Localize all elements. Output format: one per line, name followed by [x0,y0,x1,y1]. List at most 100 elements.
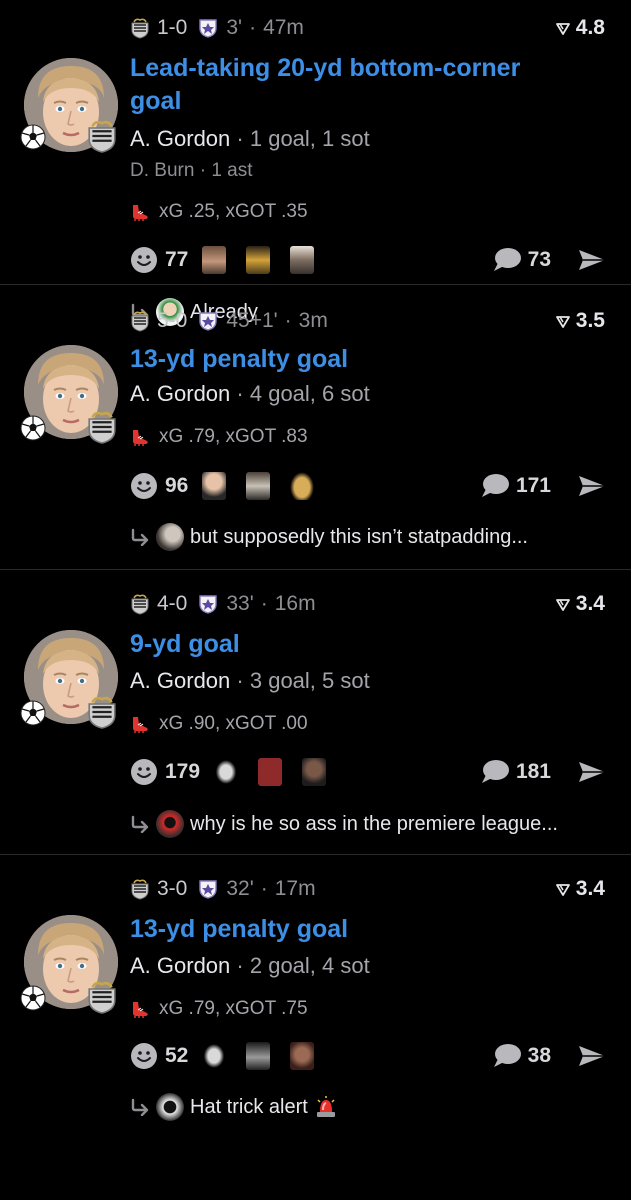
goal-title[interactable]: 13-yd penalty goal [130,913,610,946]
boot-icon [130,999,150,1019]
goal-rating: 4.8 [555,14,605,42]
match-meta: 3-0 32' · 17m [130,875,316,903]
rating-chevron-icon [555,313,571,329]
reaction-bar[interactable]: 179 [130,755,346,789]
top-reply[interactable]: Hat trick alert [130,1091,336,1123]
siren-emoji-icon [316,1096,336,1118]
comment-bubble-icon[interactable] [480,759,510,785]
assist-name: D. Burn [130,160,195,181]
goal-card[interactable]: 3-0 32' · 17m 3.4 13-yd penalty goal A. … [0,855,631,1140]
newcastle-crest-icon [130,310,150,332]
rating-value: 3.4 [575,877,605,900]
comment-bubble-icon[interactable] [492,247,522,273]
newcastle-crest-icon [130,593,150,615]
reaction-thumb[interactable] [290,246,315,274]
comment-share-bar: 181 [480,755,607,789]
smiley-react-icon[interactable] [130,758,158,786]
xg-line: xG .79, xGOT .83 [130,423,308,451]
newcastle-crest-icon [130,17,150,39]
opponent-crest-icon [199,879,217,899]
comment-count[interactable]: 181 [516,760,551,784]
rating-chevron-icon [555,881,571,897]
time-ago: 3m [298,309,328,332]
reply-text: Hat trick alert [190,1095,308,1118]
goal-minute: 33' [226,592,254,615]
comment-count[interactable]: 171 [516,474,551,498]
scorer-line[interactable]: A. Gordon · 1 goal, 1 sot [130,124,370,154]
rating-value: 3.4 [575,592,605,615]
separator: · [249,16,257,39]
reaction-bar[interactable]: 52 [130,1039,334,1073]
scorer-line[interactable]: A. Gordon · 4 goal, 6 sot [130,379,370,409]
reaction-count: 77 [165,248,189,271]
reaction-thumb[interactable] [214,758,239,786]
goal-card[interactable]: 5-0 45+1' · 3m 3.5 13-yd penalty goal A.… [0,285,631,570]
smiley-react-icon[interactable] [130,1042,158,1070]
scorer-stat: 2 goal, 4 sot [249,953,370,978]
share-arrow-icon[interactable] [577,1043,607,1069]
reaction-count: 179 [165,760,201,783]
reaction-thumb[interactable] [246,246,271,274]
goal-title-line: 13-yd penalty goal [130,915,349,943]
share-arrow-icon[interactable] [577,247,607,273]
reaction-thumb[interactable] [246,1042,271,1070]
reply-avatar[interactable] [156,810,184,838]
assist-line[interactable]: D. Burn · 1 ast [130,158,253,184]
reaction-thumb[interactable] [202,472,227,500]
goal-title-line: 9-yd goal [130,630,240,658]
reaction-thumb[interactable] [246,472,271,500]
share-arrow-icon[interactable] [577,759,607,785]
boot-icon [130,714,150,734]
opponent-crest-icon [199,594,217,614]
smiley-react-icon[interactable] [130,472,158,500]
match-meta: 4-0 33' · 16m [130,590,316,618]
reaction-thumb[interactable] [290,1042,315,1070]
scorer-line[interactable]: A. Gordon · 2 goal, 4 sot [130,951,370,981]
time-ago: 16m [274,592,316,615]
goal-minute: 45+1' [226,309,278,332]
top-reply[interactable]: but supposedly this isn’t statpadding... [130,521,528,553]
comment-count[interactable]: 38 [528,1044,551,1068]
share-arrow-icon[interactable] [577,473,607,499]
comment-share-bar: 73 [492,243,607,277]
goal-title[interactable]: Lead-taking 20-yd bottom-corner goal [130,52,610,118]
assist-stat: 1 ast [211,160,253,181]
goal-title[interactable]: 9-yd goal [130,628,610,661]
separator: · [236,668,244,693]
reaction-thumb[interactable] [258,758,283,786]
newcastle-crest-icon [86,409,118,445]
separator: · [260,877,268,900]
reply-avatar[interactable] [156,1093,184,1121]
smiley-react-icon[interactable] [130,246,158,274]
reply-avatar[interactable] [156,523,184,551]
soccer-ball-icon [20,985,46,1011]
rating-value: 4.8 [575,16,605,39]
comment-bubble-icon[interactable] [492,1043,522,1069]
match-meta: 5-0 45+1' · 3m [130,307,328,335]
goal-feed: 1-0 3' · 47m 4.8 Lead-taking 20-yd botto… [0,0,631,1140]
scorer-stat: 3 goal, 5 sot [249,668,370,693]
comment-count[interactable]: 73 [528,248,551,272]
comment-bubble-icon[interactable] [480,473,510,499]
reaction-bar[interactable]: 96 [130,469,334,503]
rating-chevron-icon [555,596,571,612]
goal-title[interactable]: 13-yd penalty goal [130,343,610,376]
comment-share-bar: 171 [480,469,607,503]
xg-value: xG .79, xGOT .75 [159,998,308,1019]
scorer-line[interactable]: A. Gordon · 3 goal, 5 sot [130,666,370,696]
top-reply[interactable]: why is he so ass in the premiere league.… [130,808,558,840]
reaction-bar[interactable]: 77 [130,243,334,277]
reaction-thumb[interactable] [202,1042,227,1070]
boot-icon [130,427,150,447]
goal-minute: 3' [226,16,243,39]
reply-text: why is he so ass in the premiere league.… [190,812,558,835]
scorer-name: A. Gordon [130,953,231,978]
goal-card[interactable]: 1-0 3' · 47m 4.8 Lead-taking 20-yd botto… [0,0,631,326]
reaction-thumb[interactable] [202,246,227,274]
xg-value: xG .25, xGOT .35 [159,201,308,222]
reaction-thumb[interactable] [302,758,327,786]
reaction-thumb[interactable] [290,472,315,500]
goal-card[interactable]: 4-0 33' · 16m 3.4 9-yd goal A. Gordon · … [0,570,631,855]
rating-chevron-icon [555,20,571,36]
xg-line: xG .79, xGOT .75 [130,995,308,1023]
